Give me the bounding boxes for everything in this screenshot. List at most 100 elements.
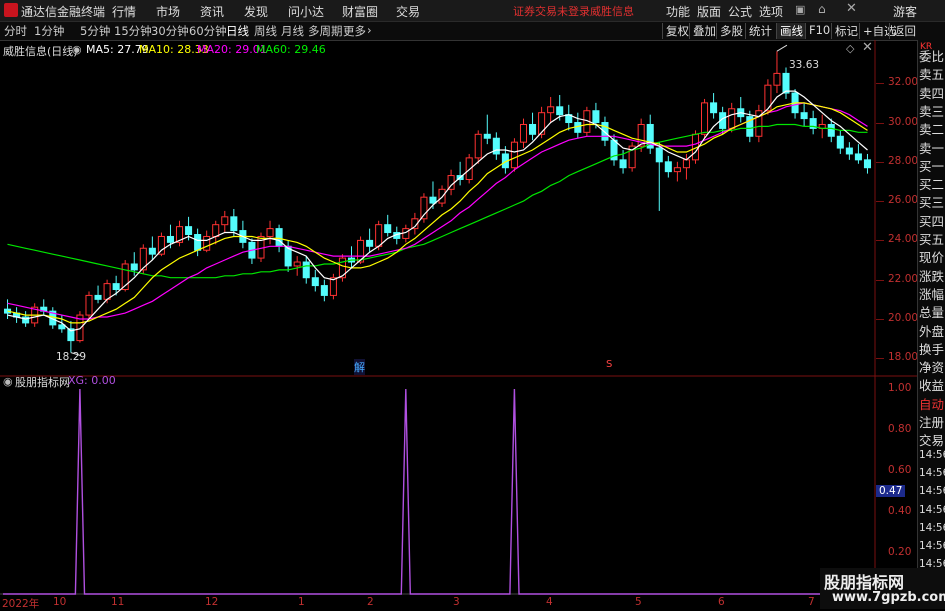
sub-settings-icon[interactable]: ◉ <box>3 375 13 388</box>
candle <box>664 155 672 178</box>
xg-value: XG: 0.00 <box>68 374 116 387</box>
candle <box>601 116 609 147</box>
candle <box>302 256 310 284</box>
candle-body <box>221 216 229 226</box>
bell-icon[interactable]: ⌂ <box>818 2 826 16</box>
period-1min[interactable]: 1分钟 <box>34 23 64 39</box>
kline-chart[interactable] <box>0 40 918 596</box>
chevron-right-icon[interactable]: › <box>367 23 372 37</box>
panel-item[interactable]: 自动 <box>919 394 944 413</box>
time-tick: 3 <box>453 596 460 608</box>
sub-tick: 0.20 <box>888 546 912 558</box>
candle <box>538 106 546 139</box>
period-monthly[interactable]: 月线 <box>281 23 304 39</box>
candle-body <box>148 247 156 255</box>
panel-item[interactable]: 卖四 <box>919 83 944 102</box>
panel-item[interactable]: 卖五 <box>919 64 944 83</box>
candle-body <box>103 283 111 300</box>
overlay-button[interactable]: 叠加 <box>689 23 719 39</box>
menu-jiaoyi[interactable]: 交易 <box>396 3 420 20</box>
back-button[interactable]: 返回 <box>889 23 919 39</box>
candle <box>293 256 301 276</box>
panel-item[interactable]: 卖二 <box>919 119 944 138</box>
fuquan-button[interactable]: 复权 <box>662 23 692 39</box>
panel-item[interactable]: 买二 <box>919 174 944 193</box>
period-5min[interactable]: 5分钟 <box>80 23 110 39</box>
time-tick: 6 <box>718 596 725 608</box>
candle-body <box>212 224 220 237</box>
panel-item[interactable]: 外盘 <box>919 321 944 340</box>
stats-button[interactable]: 统计 <box>745 23 775 39</box>
price-tick: 22.00 <box>888 272 919 285</box>
close-icon[interactable]: ✕ <box>846 1 857 16</box>
panel-item[interactable]: 买五 <box>919 229 944 248</box>
candle <box>94 285 102 304</box>
unlock-marker[interactable]: 解 <box>354 359 365 375</box>
panel-item[interactable]: 卖一 <box>919 138 944 157</box>
period-60min[interactable]: 60分钟 <box>189 23 227 39</box>
menu-xuanxiang[interactable]: 选项 <box>759 3 783 20</box>
mark-button[interactable]: 标记 <box>831 23 861 39</box>
panel-item[interactable]: 14:56 <box>919 485 945 497</box>
candle-body <box>619 159 627 169</box>
login-warning[interactable]: 证券交易未登录 <box>513 3 590 19</box>
panel-item[interactable]: 买四 <box>919 211 944 230</box>
panel-item[interactable]: 涨跌 <box>919 266 944 285</box>
period-fenshi[interactable]: 分时 <box>4 23 27 39</box>
time-tick: 1 <box>298 596 305 608</box>
price-tick: 26.00 <box>888 194 919 207</box>
panel-item[interactable]: 买三 <box>919 192 944 211</box>
panel-item[interactable]: 14:56 <box>919 467 945 479</box>
message-icon[interactable]: ▣ <box>795 3 805 16</box>
period-weekly[interactable]: 周线 <box>254 23 277 39</box>
period-30min[interactable]: 30分钟 <box>151 23 189 39</box>
panel-item[interactable]: 净资 <box>919 357 944 376</box>
candle-body <box>601 122 609 141</box>
period-more[interactable]: 更多 <box>343 23 366 39</box>
panel-item[interactable]: 14:56 <box>919 522 945 534</box>
candle <box>58 315 66 333</box>
candle-body <box>827 123 835 137</box>
multi-stock-button[interactable]: 多股 <box>716 23 746 39</box>
menu-wenxiaoda[interactable]: 问小达 <box>288 3 324 20</box>
menu-shichang[interactable]: 市场 <box>156 3 180 20</box>
menu-banmian[interactable]: 版面 <box>697 3 721 20</box>
menu-gongneng[interactable]: 功能 <box>666 3 690 20</box>
panel-item[interactable]: 换手 <box>919 339 944 358</box>
period-multi[interactable]: 多周期 <box>308 23 343 39</box>
panel-item[interactable]: 14:56 <box>919 449 945 461</box>
panel-item[interactable]: 交易 <box>919 430 944 449</box>
menu-zixun[interactable]: 资讯 <box>200 3 224 20</box>
candle-body <box>655 147 663 163</box>
panel-item[interactable]: 总量 <box>919 302 944 321</box>
candle-body <box>266 228 274 237</box>
panel-item[interactable]: 现价 <box>919 247 944 266</box>
candle-body <box>701 102 709 135</box>
candle-body <box>773 72 781 86</box>
f10-button[interactable]: F10 <box>805 23 833 39</box>
panel-item[interactable]: 14:56 <box>919 540 945 552</box>
panel-item[interactable]: 14:56 <box>919 504 945 516</box>
menu-gongshi[interactable]: 公式 <box>728 3 752 20</box>
period-15min[interactable]: 15分钟 <box>114 23 152 39</box>
stock-name-title: 威胜信息 <box>590 5 634 18</box>
menu-hangqing[interactable]: 行情 <box>112 3 136 20</box>
menu-caifuquan[interactable]: 财富圈 <box>342 3 378 20</box>
cursor-value: 0.47 <box>876 485 906 497</box>
panel-item[interactable]: 收益 <box>919 375 944 394</box>
s-marker[interactable]: S <box>606 359 612 370</box>
panel-item[interactable]: 卖三 <box>919 101 944 120</box>
time-tick: 10 <box>53 596 67 608</box>
candle-body <box>94 294 102 300</box>
menu-faxian[interactable]: 发现 <box>244 3 268 20</box>
candle-body <box>836 135 844 149</box>
candle <box>519 118 528 149</box>
candle <box>347 246 356 268</box>
period-daily[interactable]: 日线 <box>226 23 249 39</box>
panel-item[interactable]: 注册 <box>919 412 944 431</box>
panel-item[interactable]: 涨幅 <box>919 284 944 303</box>
draw-line-button[interactable]: 画线 <box>776 23 806 39</box>
panel-item[interactable]: 委比 <box>919 46 944 65</box>
guest-link[interactable]: 游客 <box>893 3 917 20</box>
panel-item[interactable]: 买一 <box>919 156 944 175</box>
